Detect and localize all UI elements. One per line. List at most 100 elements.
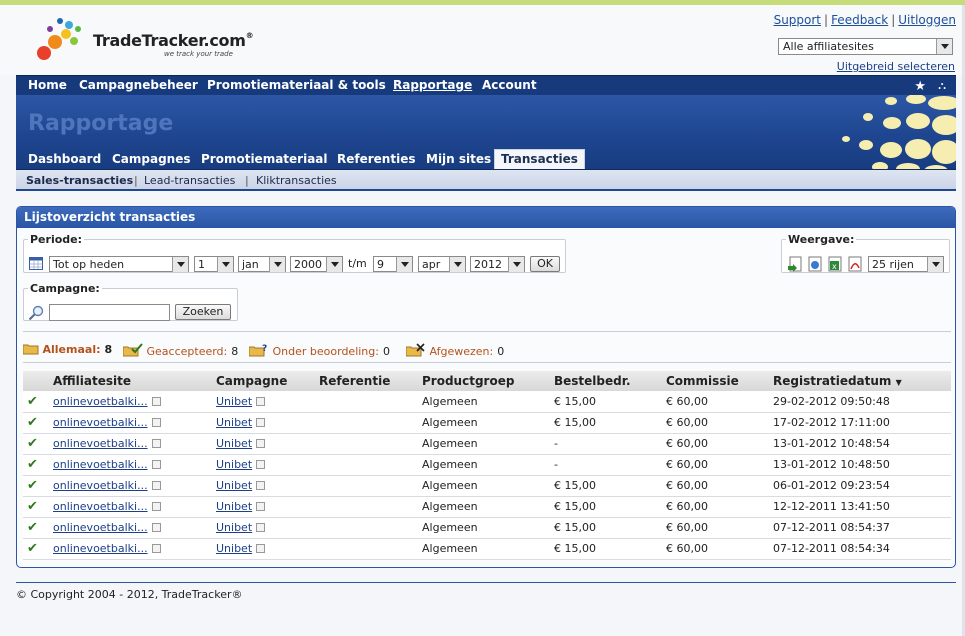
external-link-icon[interactable] <box>256 481 266 490</box>
column-commissie[interactable]: Commissie <box>666 371 773 391</box>
logout-link[interactable]: Uitloggen <box>898 13 956 27</box>
external-link-icon[interactable] <box>256 396 266 406</box>
status-all[interactable]: Allemaal: 8 <box>22 343 112 356</box>
external-link-icon[interactable] <box>151 460 161 469</box>
column-bestelbedrag[interactable]: Bestelbedr. <box>554 371 666 391</box>
external-link-icon[interactable] <box>256 418 266 427</box>
from-year-select[interactable]: 2000 <box>290 256 343 272</box>
folder-check-icon <box>122 343 143 357</box>
sitemap-icon[interactable]: ⛬ <box>938 79 946 93</box>
tab-mijn-sites[interactable]: Mijn sites <box>426 152 491 166</box>
feedback-link[interactable]: Feedback <box>831 13 888 27</box>
external-link-icon[interactable] <box>256 460 266 469</box>
status-rejected[interactable]: Afgewezen: 0 <box>405 343 504 358</box>
campaign-search-input[interactable] <box>49 304 170 321</box>
campaign-link[interactable]: Unibet <box>216 395 252 408</box>
tab-lead-transacties[interactable]: Lead-transacties <box>144 174 235 187</box>
affiliatesite-link[interactable]: onlinevoetbalki... <box>53 458 148 471</box>
to-month-select[interactable]: apr <box>418 256 466 272</box>
divider <box>23 331 951 332</box>
column-affiliatesite[interactable]: Affiliatesite <box>53 371 216 391</box>
logo-dots-icon <box>37 18 81 60</box>
status-pending[interactable]: ? Onder beoordeling: 0 <box>248 343 390 358</box>
status-accepted-label: Geaccepteerd: <box>146 345 228 358</box>
excel-icon[interactable]: x <box>827 256 843 272</box>
affiliatesite-link[interactable]: onlinevoetbalki... <box>53 521 148 534</box>
campaign-link[interactable]: Unibet <box>216 479 252 492</box>
external-link-icon[interactable] <box>151 502 161 511</box>
ok-button[interactable]: OK <box>530 256 560 272</box>
affiliatesite-link[interactable]: onlinevoetbalki... <box>53 500 148 513</box>
advanced-select-link[interactable]: Uitgebreid selecteren <box>837 60 955 73</box>
tab-transacties[interactable]: Transacties <box>494 149 585 169</box>
campaign-link[interactable]: Unibet <box>216 542 252 555</box>
chevron-down-icon[interactable] <box>927 257 943 272</box>
chevron-down-icon[interactable] <box>217 257 233 272</box>
column-referentie[interactable]: Referentie <box>319 371 422 391</box>
svg-text:?: ? <box>262 344 267 354</box>
chevron-down-icon[interactable] <box>172 257 188 272</box>
campaign-link[interactable]: Unibet <box>216 416 252 429</box>
search-button[interactable]: Zoeken <box>175 304 231 320</box>
tab-promotiemateriaal[interactable]: Promotiemateriaal <box>201 152 328 166</box>
chevron-down-icon[interactable] <box>396 257 412 272</box>
affiliatesite-link[interactable]: onlinevoetbalki... <box>53 437 148 450</box>
calendar-icon[interactable] <box>29 256 43 270</box>
chevron-down-icon[interactable] <box>269 257 285 272</box>
column-campagne[interactable]: Campagne <box>216 371 319 391</box>
campaign-link[interactable]: Unibet <box>216 500 252 513</box>
nav-promotiemateriaal-tools[interactable]: Promotiemateriaal & tools <box>207 78 386 92</box>
external-link-icon[interactable] <box>151 523 161 532</box>
campaign-link[interactable]: Unibet <box>216 521 252 534</box>
transactions-panel: Lijstoverzicht transacties Periode: Tot … <box>16 206 956 568</box>
star-icon[interactable]: ★ <box>914 79 926 94</box>
chevron-down-icon[interactable] <box>508 257 524 272</box>
from-day-select[interactable]: 1 <box>194 256 234 272</box>
cell-campagne: Unibet <box>216 412 319 434</box>
external-link-icon[interactable] <box>151 418 161 427</box>
affiliate-site-select[interactable]: Alle affiliatesites <box>778 38 953 55</box>
column-registratiedatum[interactable]: Registratiedatum ▼ <box>773 371 951 391</box>
chevron-down-icon[interactable] <box>449 257 465 272</box>
nav-home[interactable]: Home <box>28 78 67 92</box>
tradetracker-logo[interactable]: TradeTracker.com® we track your trade <box>36 17 266 72</box>
nav-rapportage[interactable]: Rapportage <box>393 78 472 92</box>
nav-campagnebeheer[interactable]: Campagnebeheer <box>79 78 198 92</box>
html-export-icon[interactable] <box>807 256 823 272</box>
affiliatesite-link[interactable]: onlinevoetbalki... <box>53 479 148 492</box>
campaign-link[interactable]: Unibet <box>216 458 252 471</box>
affiliatesite-link[interactable]: onlinevoetbalki... <box>53 542 148 555</box>
cell-commissie: € 60,00 <box>666 517 773 539</box>
external-link-icon[interactable] <box>151 481 161 490</box>
affiliatesite-link[interactable]: onlinevoetbalki... <box>53 416 148 429</box>
pdf-icon[interactable] <box>847 256 863 272</box>
column-productgroep[interactable]: Productgroep <box>422 371 554 391</box>
external-link-icon[interactable] <box>151 544 161 553</box>
tab-dashboard[interactable]: Dashboard <box>28 152 101 166</box>
chevron-down-icon[interactable] <box>326 257 342 272</box>
external-link-icon[interactable] <box>256 523 266 532</box>
tab-sales-transacties[interactable]: Sales-transacties <box>26 174 133 187</box>
campaign-link[interactable]: Unibet <box>216 437 252 450</box>
support-link[interactable]: Support <box>774 13 821 27</box>
external-link-icon[interactable] <box>151 439 161 448</box>
to-year-select[interactable]: 2012 <box>470 256 525 272</box>
nav-account[interactable]: Account <box>482 78 537 92</box>
tab-campagnes[interactable]: Campagnes <box>112 152 191 166</box>
external-link-icon[interactable] <box>256 439 266 448</box>
tab-referenties[interactable]: Referenties <box>337 152 415 166</box>
chevron-down-icon[interactable] <box>936 39 952 54</box>
export-icon[interactable] <box>787 256 803 272</box>
cell-bestelbedrag: - <box>554 433 666 455</box>
period-range-select[interactable]: Tot op heden <box>49 256 189 272</box>
affiliatesite-link[interactable]: onlinevoetbalki... <box>53 395 148 408</box>
to-day-select[interactable]: 9 <box>373 256 413 272</box>
cell-registratiedatum: 13-01-2012 10:48:54 <box>773 433 951 455</box>
external-link-icon[interactable] <box>151 396 161 406</box>
status-accepted[interactable]: Geaccepteerd: 8 <box>122 343 238 358</box>
tab-kliktransacties[interactable]: Kliktransacties <box>256 174 337 187</box>
external-link-icon[interactable] <box>256 502 266 511</box>
from-month-select[interactable]: jan <box>238 256 286 272</box>
rows-per-page-select[interactable]: 25 rijen <box>868 256 944 272</box>
external-link-icon[interactable] <box>256 544 266 553</box>
